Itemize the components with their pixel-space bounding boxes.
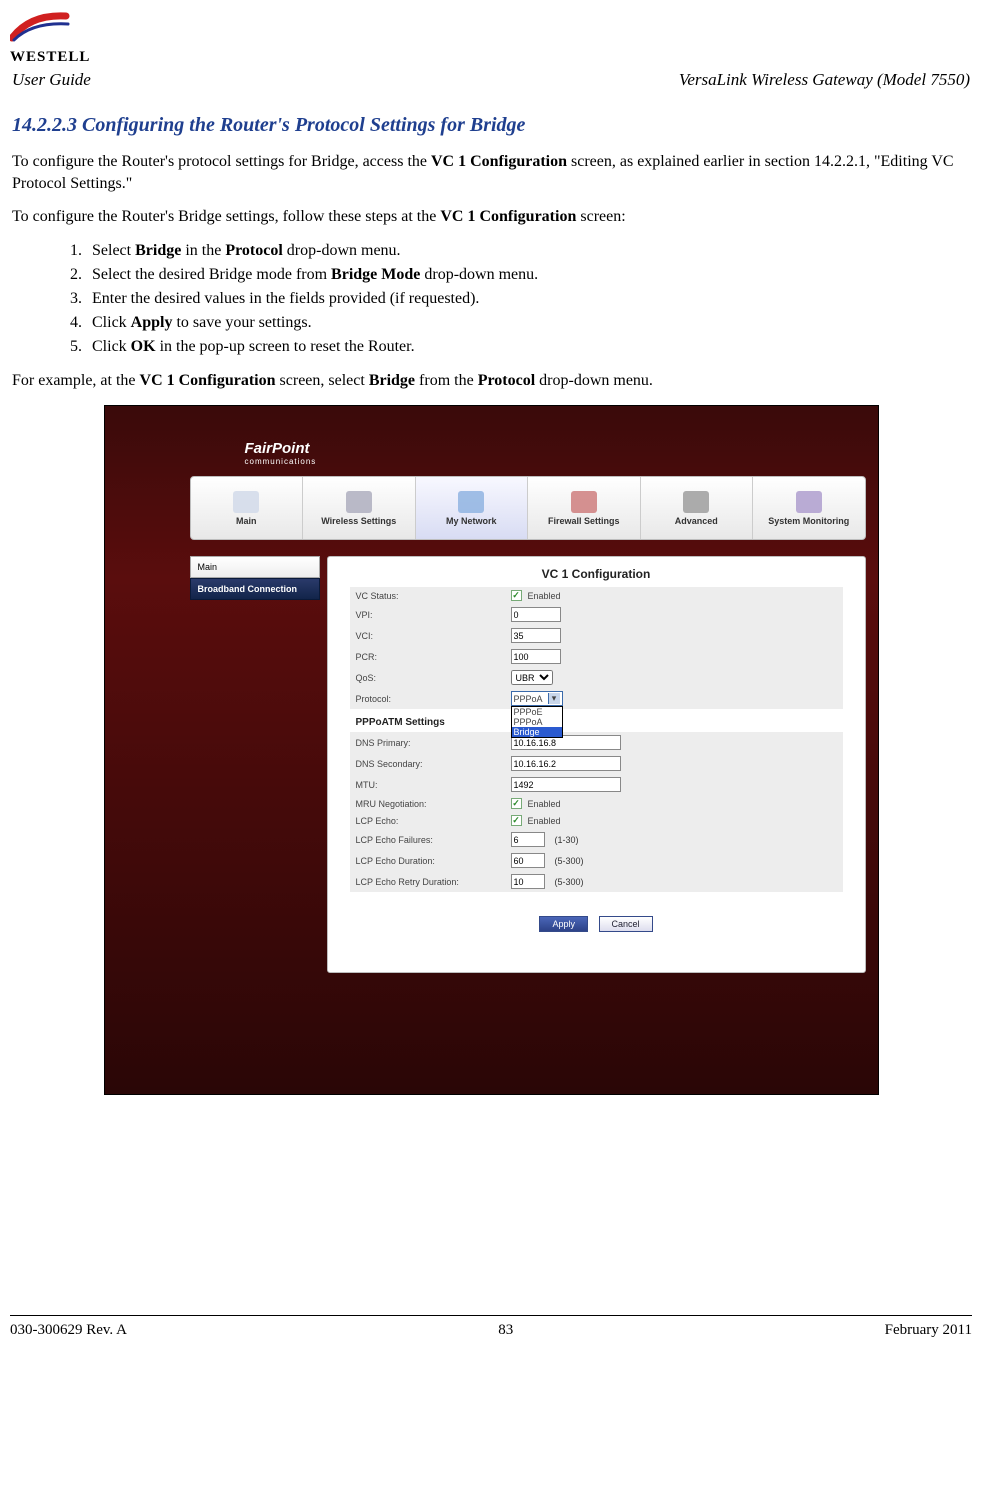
lcp-echo-retry-duration-input[interactable] [511,874,545,889]
config-panel: VC 1 Configuration VC Status: ✓Enabled V… [327,556,866,973]
row-mru-negotiation: MRU Negotiation: ✓Enabled [350,795,843,812]
header-left: User Guide [12,70,91,90]
paragraph-1: To configure the Router's protocol setti… [12,151,970,194]
footer-page-number: 83 [498,1322,513,1339]
westell-swoosh-icon [10,8,70,44]
step-5: Click OK in the pop-up screen to reset t… [86,338,972,356]
sidebar: Main Broadband Connection [190,556,320,600]
router-ui-screenshot: FairPointcommunications Main Wireless Se… [104,405,879,1095]
page-header: User Guide VersaLink Wireless Gateway (M… [10,70,972,90]
network-icon [458,491,484,513]
row-mtu: MTU: [350,774,843,795]
section-title: Configuring the Router's Protocol Settin… [82,114,525,136]
fairpoint-logo: FairPointcommunications [245,440,317,466]
tab-firewall-settings[interactable]: Firewall Settings [527,477,640,539]
row-lcp-echo-failures: LCP Echo Failures: (1-30) [350,829,843,850]
row-dns-primary: DNS Primary: [350,732,843,753]
protocol-option-pppoe[interactable]: PPPoE [512,707,562,717]
main-icon [233,491,259,513]
button-row: Apply Cancel [328,916,865,932]
steps-list: Select Bridge in the Protocol drop-down … [56,242,972,356]
protocol-dropdown[interactable]: PPPoA▾ PPPoE PPPoA Bridge [511,691,563,706]
header-right: VersaLink Wireless Gateway (Model 7550) [679,70,970,90]
vc-status-checkbox[interactable]: ✓Enabled [511,590,561,601]
mtu-input[interactable] [511,777,621,792]
paragraph-2: To configure the Router's Bridge setting… [12,206,970,228]
vpi-input[interactable] [511,607,561,622]
firewall-icon [571,491,597,513]
paragraph-3: For example, at the VC 1 Configuration s… [12,370,970,392]
step-1: Select Bridge in the Protocol drop-down … [86,242,972,260]
pppoatm-settings-heading: PPPoATM Settings [350,709,843,732]
vci-input[interactable] [511,628,561,643]
row-dns-secondary: DNS Secondary: [350,753,843,774]
row-lcp-echo-duration: LCP Echo Duration: (5-300) [350,850,843,871]
section-number: 14.2.2.3 [12,114,77,136]
row-pcr: PCR: [350,646,843,667]
mru-checkbox[interactable]: ✓Enabled [511,798,561,809]
row-lcp-echo-retry-duration: LCP Echo Retry Duration: (5-300) [350,871,843,892]
sidebar-item-broadband-connection[interactable]: Broadband Connection [190,578,320,600]
advanced-icon [683,491,709,513]
section-heading: 14.2.2.3 Configuring the Router's Protoc… [12,114,972,137]
lcp-echo-checkbox[interactable]: ✓Enabled [511,815,561,826]
page-footer: 030-300629 Rev. A 83 February 2011 [10,1315,972,1339]
tab-main[interactable]: Main [191,477,303,539]
step-3: Enter the desired values in the fields p… [86,290,972,308]
protocol-option-pppoa[interactable]: PPPoA [512,717,562,727]
protocol-dropdown-list: PPPoE PPPoA Bridge [511,706,563,738]
apply-button[interactable]: Apply [539,916,588,932]
row-qos: QoS: UBR [350,667,843,688]
step-2: Select the desired Bridge mode from Brid… [86,266,972,284]
westell-logo: WESTELL [10,8,972,66]
lcp-echo-duration-input[interactable] [511,853,545,868]
row-protocol: Protocol: PPPoA▾ PPPoE PPPoA Bridge [350,688,843,709]
tab-advanced[interactable]: Advanced [640,477,753,539]
row-vci: VCI: [350,625,843,646]
cancel-button[interactable]: Cancel [599,916,653,932]
protocol-option-bridge[interactable]: Bridge [512,727,562,737]
tab-wireless-settings[interactable]: Wireless Settings [302,477,415,539]
tab-my-network[interactable]: My Network [415,477,528,539]
dns-secondary-input[interactable] [511,756,621,771]
sidebar-item-main[interactable]: Main [190,556,320,578]
panel-title: VC 1 Configuration [328,557,865,587]
step-4: Click Apply to save your settings. [86,314,972,332]
row-lcp-echo: LCP Echo: ✓Enabled [350,812,843,829]
wireless-icon [346,491,372,513]
chevron-down-icon: ▾ [548,693,560,704]
lcp-echo-failures-input[interactable] [511,832,545,847]
footer-right: February 2011 [885,1322,972,1339]
footer-left: 030-300629 Rev. A [10,1322,127,1339]
monitoring-icon [796,491,822,513]
tab-system-monitoring[interactable]: System Monitoring [752,477,865,539]
row-vpi: VPI: [350,604,843,625]
main-nav: Main Wireless Settings My Network Firewa… [190,476,866,540]
westell-brand-text: WESTELL [10,49,972,66]
qos-select[interactable]: UBR [511,670,553,685]
pcr-input[interactable] [511,649,561,664]
row-vc-status: VC Status: ✓Enabled [350,587,843,604]
